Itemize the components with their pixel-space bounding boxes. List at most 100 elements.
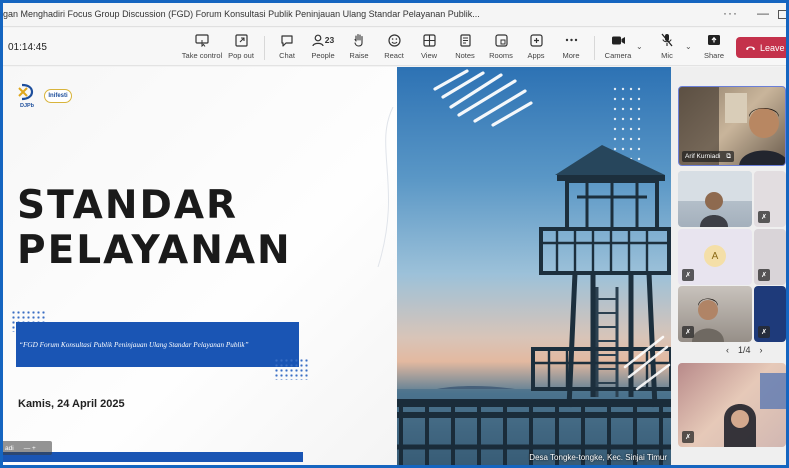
react-label: React <box>384 51 404 60</box>
notes-icon <box>445 32 485 48</box>
participant-tile-active[interactable]: Arif Kurniadi ⧉ <box>678 86 786 166</box>
mic-muted-icon <box>647 32 687 48</box>
participant-name: Arif Kurniadi <box>685 153 721 160</box>
slide-title: STANDAR PELAYANAN <box>17 183 292 273</box>
raise-hand-button[interactable]: Raise <box>339 32 379 60</box>
toolbar-divider <box>264 36 265 60</box>
phone-hangup-icon <box>745 43 756 53</box>
presenter-tag-controls: — + <box>23 444 36 452</box>
dot-pattern-decoration <box>274 358 308 380</box>
mic-muted-icon: ✗ <box>758 211 770 223</box>
watchtower-pier-illustration <box>397 69 671 465</box>
chat-label: Chat <box>279 51 295 60</box>
djpb-logo: DJPb <box>16 83 38 109</box>
take-control-label: Take control <box>181 51 223 60</box>
teams-meeting-window: gan Menghadiri Focus Group Discussion (F… <box>3 3 786 465</box>
slide-wave-decoration <box>377 107 394 267</box>
people-icon: 23 <box>303 32 343 48</box>
screen-share-icon: ⧉ <box>726 152 732 160</box>
ellipsis-icon <box>551 32 591 48</box>
mic-muted-icon: ✗ <box>682 431 694 443</box>
toolbar-divider <box>594 36 595 60</box>
chat-button[interactable]: Chat <box>267 32 307 60</box>
more-label: More <box>562 51 580 60</box>
breakout-rooms-icon <box>481 32 521 48</box>
rooms-button[interactable]: Rooms <box>481 32 521 60</box>
take-control-button[interactable]: Take control <box>179 32 225 60</box>
more-button[interactable]: More <box>551 32 591 60</box>
notes-button[interactable]: Notes <box>445 32 485 60</box>
rooms-label: Rooms <box>489 51 513 60</box>
mic-button[interactable]: Mic <box>647 32 687 60</box>
slide-logos: DJPb Inifesti <box>16 83 72 109</box>
apps-label: Apps <box>527 51 545 60</box>
share-icon <box>694 32 734 48</box>
event-banner: “FGD Forum Konsultasi Publik Peninjauan … <box>16 322 299 367</box>
share-button[interactable]: Share <box>694 32 734 60</box>
notes-label: Notes <box>455 51 475 60</box>
slide-date: Kamis, 24 April 2025 <box>18 398 125 410</box>
djpb-logo-text: DJPb <box>19 103 35 109</box>
shared-content-stage: DJPb Inifesti STANDAR PELAYANAN “FGD For… <box>3 67 671 465</box>
event-banner-text: “FGD Forum Konsultasi Publik Peninjauan … <box>19 340 249 349</box>
participant-tile[interactable]: ✗ <box>754 229 786 285</box>
participant-avatar: A <box>704 245 726 267</box>
pop-out-label: Pop out <box>228 51 254 60</box>
participant-video <box>678 171 752 227</box>
take-control-icon <box>179 32 225 48</box>
participant-tile[interactable]: ✗ <box>678 363 786 447</box>
maximize-icon[interactable] <box>778 10 786 19</box>
raise-label: Raise <box>349 51 369 60</box>
participant-tile[interactable]: ✗ <box>754 286 786 342</box>
next-page-chevron-icon[interactable]: › <box>760 345 763 355</box>
share-label: Share <box>703 51 724 60</box>
pop-out-button[interactable]: Pop out <box>221 32 261 60</box>
chat-icon <box>267 32 307 48</box>
view-label: View <box>420 51 438 60</box>
mic-label: Mic <box>661 51 673 60</box>
people-button[interactable]: 23 People <box>303 32 343 60</box>
apps-button[interactable]: Apps <box>516 32 556 60</box>
raise-hand-icon <box>339 32 379 48</box>
participant-tile[interactable]: ✗ <box>754 171 786 227</box>
mic-muted-icon: ✗ <box>758 269 770 281</box>
camera-label: Camera <box>604 51 632 60</box>
react-button[interactable]: React <box>374 32 414 60</box>
inifest-logo: Inifesti <box>44 89 72 103</box>
grid-view-icon <box>409 32 449 48</box>
slide-title-line2: PELAYANAN <box>17 228 292 273</box>
minimize-icon[interactable]: — <box>757 6 769 20</box>
gallery-pager: ‹ 1/4 › <box>726 345 763 355</box>
meeting-toolbar: 01:14:45 Take control Pop out Chat 23 Pe… <box>3 28 786 66</box>
title-bar: gan Menghadiri Focus Group Discussion (F… <box>3 3 786 27</box>
smiley-icon <box>374 32 414 48</box>
leave-label: Leave <box>760 42 785 53</box>
participant-tile[interactable]: A ✗ <box>678 229 752 285</box>
leave-button[interactable]: Leave <box>736 37 786 58</box>
landscape-photo: Desa Tongke-tongke, Kec. Sinjai Timur <box>397 67 671 465</box>
mic-options-chevron-icon[interactable]: ⌄ <box>685 42 692 51</box>
participant-name-chip: Arif Kurniadi ⧉ <box>682 151 735 162</box>
presenter-name: adi <box>5 444 14 452</box>
window-title: gan Menghadiri Focus Group Discussion (F… <box>3 9 480 19</box>
participant-video <box>724 373 786 447</box>
mic-muted-icon: ✗ <box>682 269 694 281</box>
people-count: 23 <box>324 35 335 45</box>
participant-tile[interactable] <box>678 171 752 227</box>
slide-title-line1: STANDAR <box>17 183 239 228</box>
camera-icon <box>598 32 638 48</box>
view-button[interactable]: View <box>409 32 449 60</box>
more-options-icon[interactable]: ··· <box>723 6 738 20</box>
meeting-timer: 01:14:45 <box>8 42 47 53</box>
mic-muted-icon: ✗ <box>682 326 694 338</box>
presenter-name-tag[interactable]: adi — + <box>3 441 52 455</box>
presentation-slide: DJPb Inifesti STANDAR PELAYANAN “FGD For… <box>3 67 397 465</box>
inifest-logo-text: Inifesti <box>48 93 68 99</box>
pop-out-icon <box>221 32 261 48</box>
people-label: People <box>311 51 335 60</box>
participant-tile[interactable]: ✗ <box>678 286 752 342</box>
camera-button[interactable]: Camera <box>598 32 638 60</box>
mic-muted-icon: ✗ <box>758 326 770 338</box>
previous-page-chevron-icon[interactable]: ‹ <box>726 345 729 355</box>
camera-options-chevron-icon[interactable]: ⌄ <box>636 42 643 51</box>
